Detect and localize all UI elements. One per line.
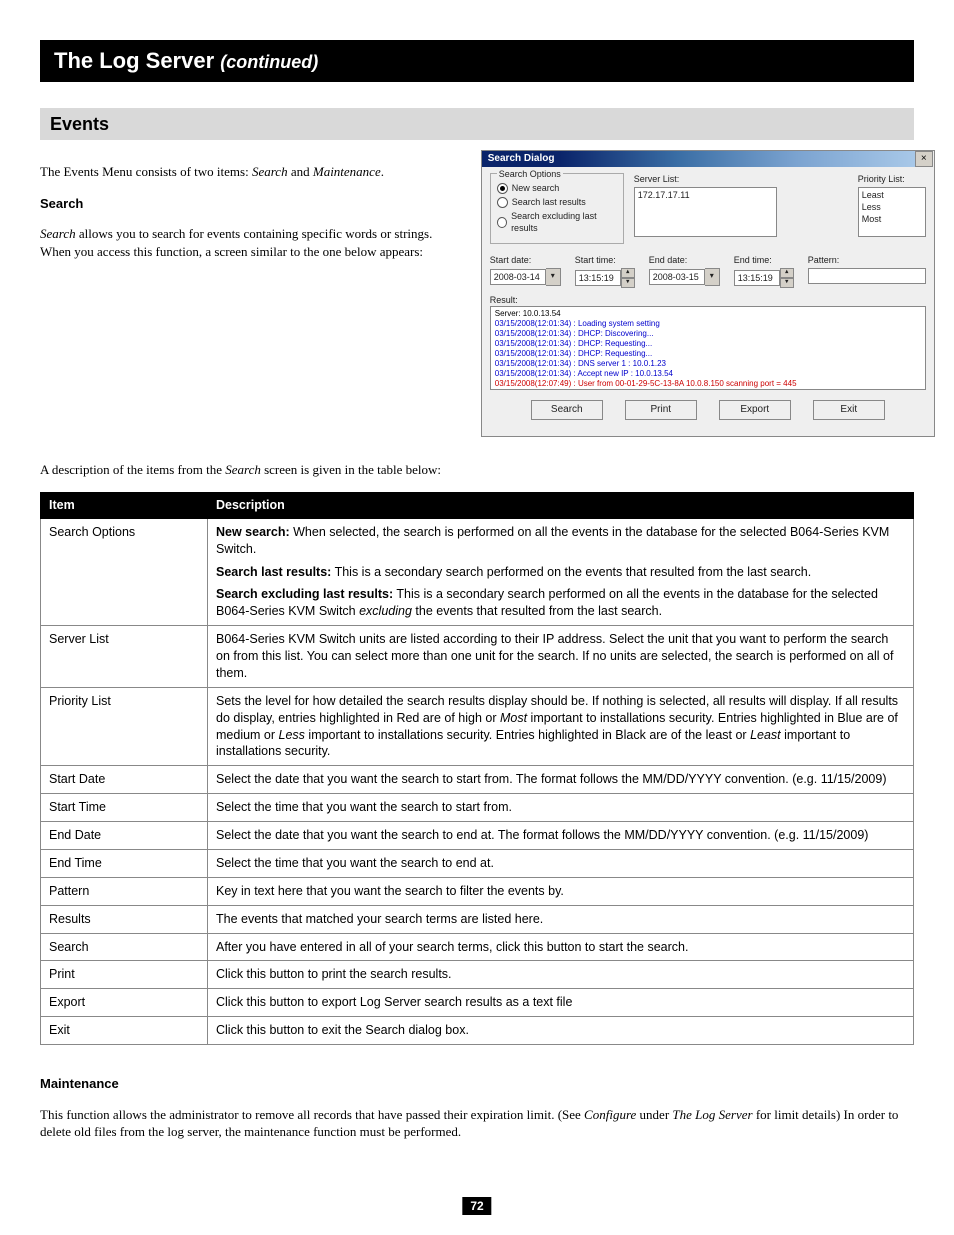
- priority-list-label: Priority List:: [858, 173, 926, 185]
- start-time-input[interactable]: 13:15:19▴▾: [575, 268, 635, 288]
- page-title: The Log Server: [54, 48, 214, 73]
- priority-list[interactable]: Least Less Most: [858, 187, 926, 237]
- spinner-up-icon[interactable]: ▴: [780, 268, 794, 278]
- search-subheading: Search: [40, 195, 451, 213]
- th-item: Item: [41, 492, 208, 518]
- table-row: Priority List Sets the level for how det…: [41, 687, 914, 766]
- export-button[interactable]: Export: [719, 400, 791, 420]
- spinner-down-icon[interactable]: ▾: [621, 278, 635, 288]
- chevron-down-icon[interactable]: ▾: [705, 268, 720, 286]
- table-row: ExportClick this button to export Log Se…: [41, 989, 914, 1017]
- table-row: End TimeSelect the time that you want th…: [41, 849, 914, 877]
- search-paragraph: Search allows you to search for events c…: [40, 225, 451, 260]
- search-button[interactable]: Search: [531, 400, 603, 420]
- spinner-down-icon[interactable]: ▾: [780, 278, 794, 288]
- table-row: End DateSelect the date that you want th…: [41, 822, 914, 850]
- dialog-title-text: Search Dialog: [482, 151, 561, 167]
- end-time-input[interactable]: 13:15:19▴▾: [734, 268, 794, 288]
- pattern-input[interactable]: [808, 268, 926, 284]
- events-heading: Events: [40, 108, 914, 140]
- table-row: SearchAfter you have entered in all of y…: [41, 933, 914, 961]
- server-list-label: Server List:: [634, 173, 777, 185]
- result-label: Result:: [490, 294, 926, 306]
- spinner-up-icon[interactable]: ▴: [621, 268, 635, 278]
- radio-icon: [497, 183, 508, 194]
- events-intro: The Events Menu consists of two items: S…: [40, 163, 451, 181]
- description-table: Item Description Search Options New sear…: [40, 492, 914, 1045]
- exit-button[interactable]: Exit: [813, 400, 885, 420]
- server-list[interactable]: 172.17.17.11: [634, 187, 777, 237]
- table-row: ExitClick this button to exit the Search…: [41, 1017, 914, 1045]
- table-row: Start TimeSelect the time that you want …: [41, 794, 914, 822]
- start-date-input[interactable]: 2008-03-14▾: [490, 268, 561, 286]
- radio-new-search[interactable]: New search: [497, 182, 617, 194]
- table-row: ResultsThe events that matched your sear…: [41, 905, 914, 933]
- table-intro: A description of the items from the Sear…: [40, 461, 914, 479]
- dialog-titlebar: Search Dialog ×: [482, 151, 934, 167]
- radio-icon: [497, 197, 508, 208]
- result-listbox[interactable]: Server: 10.0.13.54 03/15/2008(12:01:34) …: [490, 306, 926, 390]
- table-row: PrintClick this button to print the sear…: [41, 961, 914, 989]
- search-dialog: Search Dialog × Search Options New searc…: [481, 150, 935, 437]
- th-description: Description: [208, 492, 914, 518]
- print-button[interactable]: Print: [625, 400, 697, 420]
- table-row: Search Options New search: When selected…: [41, 518, 914, 625]
- radio-search-excl[interactable]: Search excluding last results: [497, 210, 617, 234]
- close-icon[interactable]: ×: [915, 151, 933, 167]
- table-row: Start DateSelect the date that you want …: [41, 766, 914, 794]
- table-row: PatternKey in text here that you want th…: [41, 877, 914, 905]
- end-date-input[interactable]: 2008-03-15▾: [649, 268, 720, 286]
- maintenance-heading: Maintenance: [40, 1075, 914, 1093]
- maintenance-paragraph: This function allows the administrator t…: [40, 1106, 914, 1141]
- page-title-bar: The Log Server (continued): [40, 40, 914, 82]
- page-title-continued: (continued): [220, 52, 318, 72]
- table-row: Server ListB064-Series KVM Switch units …: [41, 626, 914, 688]
- search-options-fieldset: Search Options New search Search last re…: [490, 173, 624, 244]
- radio-icon: [497, 217, 507, 228]
- page-number: 72: [462, 1197, 491, 1215]
- radio-search-last[interactable]: Search last results: [497, 196, 617, 208]
- chevron-down-icon[interactable]: ▾: [546, 268, 561, 286]
